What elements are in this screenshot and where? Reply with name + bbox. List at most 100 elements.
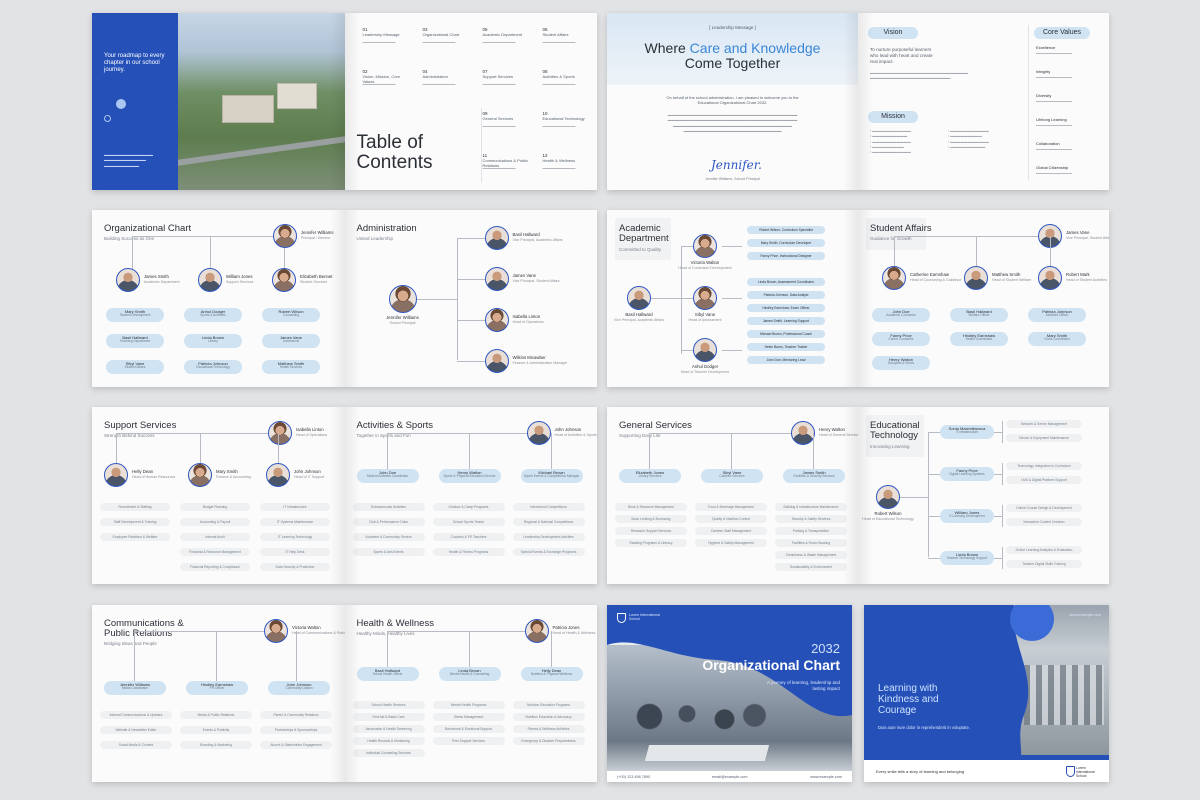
task-item: Building & Infrastructure Maintenance — [775, 503, 847, 511]
spread-support-activities: Support Services Strength Behind Success… — [92, 407, 597, 584]
person-role: Head of Counseling & Guidance — [910, 278, 962, 282]
task-item: Fitness & Wellness Activities — [512, 725, 585, 733]
staff-pill: Linda Brown Teacher Technology Support — [940, 551, 994, 565]
connector-line — [296, 631, 297, 681]
back-website: www.example.com — [1069, 613, 1101, 617]
toc-desc: ▬▬▬▬▬▬▬▬▬▬▬ — [542, 82, 576, 86]
connector-line — [813, 433, 814, 469]
connector-line — [134, 631, 264, 632]
connector-line — [386, 631, 388, 667]
support-title: Support Services — [104, 420, 177, 431]
task-item: School Health Services — [352, 701, 425, 709]
toc-cover-page: Your roadmap to every chapter in our sch… — [92, 13, 345, 190]
avatar — [693, 234, 717, 258]
connector-line — [456, 238, 458, 360]
cover-year: 2032 — [811, 641, 840, 656]
task-item: Vaccination & Health Screening — [352, 725, 425, 733]
person-role: Head of Educational Technology — [862, 517, 914, 521]
connector-line — [278, 433, 279, 463]
connector-line — [976, 236, 977, 266]
pill-role: Sports Events & Competitions Manager — [523, 474, 580, 479]
task-item: Food & Beverage Management — [695, 503, 767, 511]
person-role: Head of Assessment — [688, 318, 722, 322]
staff-pill: Sonia Maximillanova IT Infrastructure — [940, 425, 994, 439]
pill-role: Digital Learning Systems — [949, 472, 985, 477]
org-chart-page: Organizational Chart Building Success as… — [92, 210, 345, 387]
avatar — [693, 286, 717, 310]
task-item: Recruitment & Staffing — [100, 503, 170, 511]
toc-label: Organizational Chart — [422, 32, 460, 37]
task-item: Teacher Digital Skills Training — [1006, 560, 1082, 568]
staff-pill: James Vane Admissions — [262, 334, 320, 348]
pill-role: Media Coordinator — [121, 686, 149, 691]
task-item: Sports & Arts Events — [352, 548, 425, 556]
person-role: School Principal — [389, 321, 416, 325]
task-item: Events & Publicity — [180, 726, 252, 734]
person-name: Isabella Linton — [512, 314, 541, 319]
staff-pill: Mary Smith Student Development — [106, 308, 164, 322]
avatar — [484, 267, 509, 291]
task-item: Health & Fitness Programs — [432, 548, 505, 556]
staff-pill: Basil Hallward Teaching Department — [106, 334, 164, 348]
pill-role: Welfare Officer — [968, 313, 990, 318]
person-role: Vice Principal, Student Affairs — [512, 279, 560, 283]
task-item: IT Help Desk — [260, 548, 330, 556]
staff-pill: Matthew Smith Health Services — [262, 360, 320, 374]
pill-role: IT Infrastructure — [955, 430, 979, 435]
avatar — [1038, 266, 1062, 290]
person-role: Student Services — [300, 280, 328, 284]
heading-part-1: Where — [644, 40, 690, 56]
task-item: Research Support Services — [615, 527, 687, 535]
task-item: Cleanliness & Waste Management — [775, 551, 847, 559]
pill-role: School Health Officer — [372, 672, 403, 677]
student-title: Student Affairs — [870, 223, 932, 234]
person-name: Victoria Walton — [690, 260, 720, 265]
avatar — [116, 268, 140, 292]
task-item: Online Learning Analytics & Evaluation — [1006, 546, 1082, 554]
pill-role: Clubs Coordinator — [1044, 337, 1070, 342]
connector-line — [928, 558, 940, 559]
task-item: Mary Smith, Curriculum Developer — [747, 239, 825, 247]
core-value-desc: ▬▬▬▬▬▬▬▬▬▬▬▬ — [1036, 51, 1072, 55]
person-name: John Johnson — [554, 427, 582, 432]
staff-pill: Michael Brown Sports Events & Competition… — [520, 469, 583, 483]
task-item: First Aid & Basic Care — [352, 713, 425, 721]
person-name: William Jones — [226, 274, 253, 279]
cover-phone: (+00) 123 456 7890 — [617, 775, 651, 779]
person-name: Catherine Earnshaw — [910, 272, 949, 277]
comms-subtitle: Bridging Ideas and People — [104, 641, 157, 646]
avatar — [104, 463, 128, 487]
connector-line — [681, 350, 693, 351]
vision-divider — [1028, 25, 1029, 180]
toc-desc: ▬▬▬▬▬▬▬▬▬▬▬ — [422, 82, 456, 86]
person-name: Basil Hallward — [512, 232, 540, 237]
task-item: Stress Management — [432, 713, 505, 721]
task-item: Branding & Marketing — [180, 741, 252, 749]
avatar — [484, 226, 509, 250]
toc-body-text: ▬▬▬▬▬▬▬▬▬▬▬▬▬▬ ▬▬▬▬▬▬▬▬▬▬▬▬ ▬▬▬▬▬▬▬▬▬▬ — [104, 153, 153, 168]
task-item: Mental Health Programs — [432, 701, 505, 709]
task-item: Budget Planning — [180, 503, 250, 511]
task-item: Interactive Content Creation — [1006, 518, 1082, 526]
task-item: Financial & Resource Management — [180, 548, 250, 556]
core-value-label: Lifelong Learning — [1036, 117, 1067, 122]
avatar — [198, 268, 222, 292]
task-item: Individual Counseling Services — [352, 749, 425, 757]
task-item: Employee Relations & Welfare — [100, 533, 170, 541]
cover-blue-wave — [607, 605, 852, 717]
campus-building — [222, 95, 274, 123]
task-item: Facilities & Room Booking — [775, 539, 847, 547]
person-name: James Smith — [144, 274, 169, 279]
person-role: Head of Student Welfare — [992, 278, 1032, 282]
staff-pill: Elizabeth Jones Library Services — [619, 469, 681, 483]
avatar — [882, 266, 906, 290]
connector-line — [386, 631, 525, 632]
staff-pill: Henry Walton Sports & Physical Education … — [438, 469, 501, 483]
connector-line — [928, 433, 929, 557]
connector-line — [210, 236, 211, 270]
task-item: Partnerships & Sponsorships — [260, 726, 332, 734]
core-value-desc: ▬▬▬▬▬▬▬▬▬▬▬▬ — [1036, 171, 1072, 175]
person-name: James Vane — [1066, 230, 1090, 235]
task-item: Robert Wilson, Curriculum Specialist — [747, 226, 825, 234]
person-name: Jennifer Williams — [301, 230, 334, 235]
